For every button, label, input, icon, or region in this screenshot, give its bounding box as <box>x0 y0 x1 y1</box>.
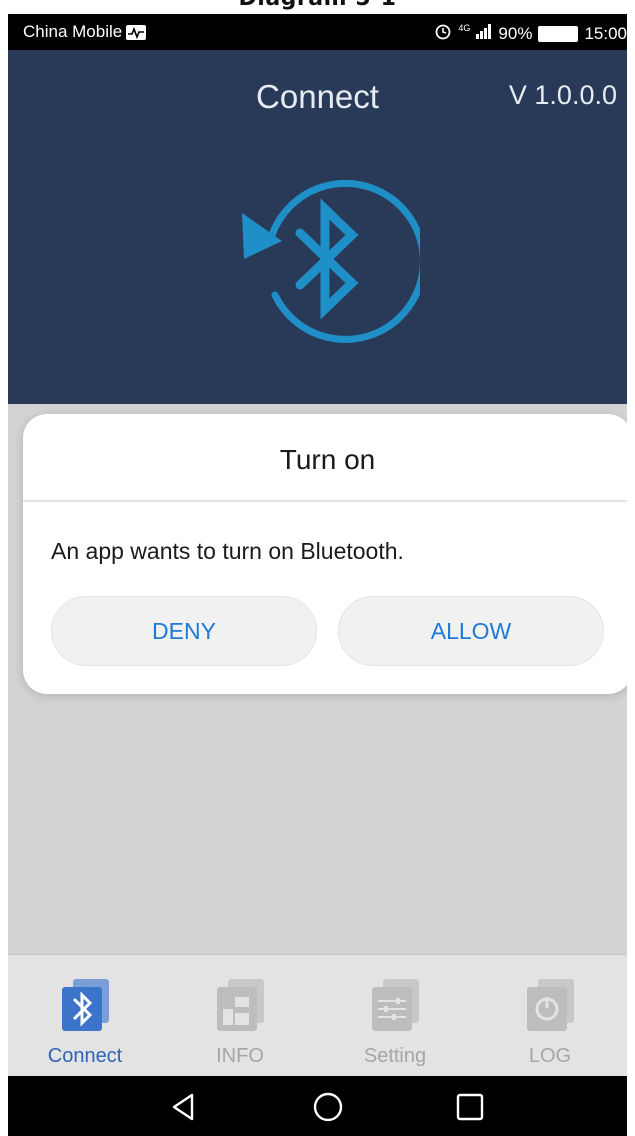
alarm-icon <box>434 22 452 45</box>
tab-label: INFO <box>216 1045 264 1067</box>
tab-label: LOG <box>528 1045 572 1067</box>
home-icon[interactable] <box>312 1091 344 1123</box>
sliders-icon <box>364 975 426 1037</box>
recents-icon[interactable] <box>454 1091 486 1123</box>
log-power-icon <box>519 975 581 1037</box>
tab-connect[interactable]: Connect <box>8 955 162 1077</box>
battery-percent: 90% <box>498 23 533 43</box>
status-bar: China Mobile 4G 90% 15:00 <box>8 14 627 50</box>
bottom-tab-bar: Connect INFO Setting LOG <box>8 954 627 1076</box>
figure-caption: Diagram 5-1 <box>0 0 635 14</box>
network-type-label: 4G <box>458 22 471 33</box>
bluetooth-refresh-icon[interactable] <box>230 165 427 355</box>
carrier-label: China Mobile <box>23 22 123 41</box>
tab-setting[interactable]: Setting <box>318 955 472 1077</box>
tab-info[interactable]: INFO <box>163 955 317 1077</box>
tab-log[interactable]: LOG <box>473 955 627 1077</box>
bluetooth-icon <box>54 975 116 1037</box>
back-icon[interactable] <box>168 1091 200 1123</box>
pulse-icon <box>126 24 147 40</box>
allow-button[interactable]: ALLOW <box>338 596 604 666</box>
signal-icon <box>476 23 492 44</box>
tab-label: Setting <box>363 1045 427 1067</box>
deny-button[interactable]: DENY <box>51 596 317 666</box>
app-header: Connect V 1.0.0.0 <box>8 50 627 404</box>
bluetooth-permission-dialog: Turn on An app wants to turn on Bluetoot… <box>23 414 627 694</box>
info-docs-icon <box>209 975 271 1037</box>
dialog-title: Turn on <box>279 444 376 475</box>
dialog-message: An app wants to turn on Bluetooth. <box>51 538 404 564</box>
version-label: V 1.0.0.0 <box>508 80 617 110</box>
clock-time: 15:00 <box>584 23 627 43</box>
tab-label: Connect <box>47 1045 123 1067</box>
system-nav-bar <box>8 1076 627 1136</box>
phone-screen: China Mobile 4G 90% 15:00 Connect V 1.0.… <box>8 14 627 1136</box>
dialog-divider <box>23 500 627 502</box>
battery-icon <box>538 25 579 42</box>
